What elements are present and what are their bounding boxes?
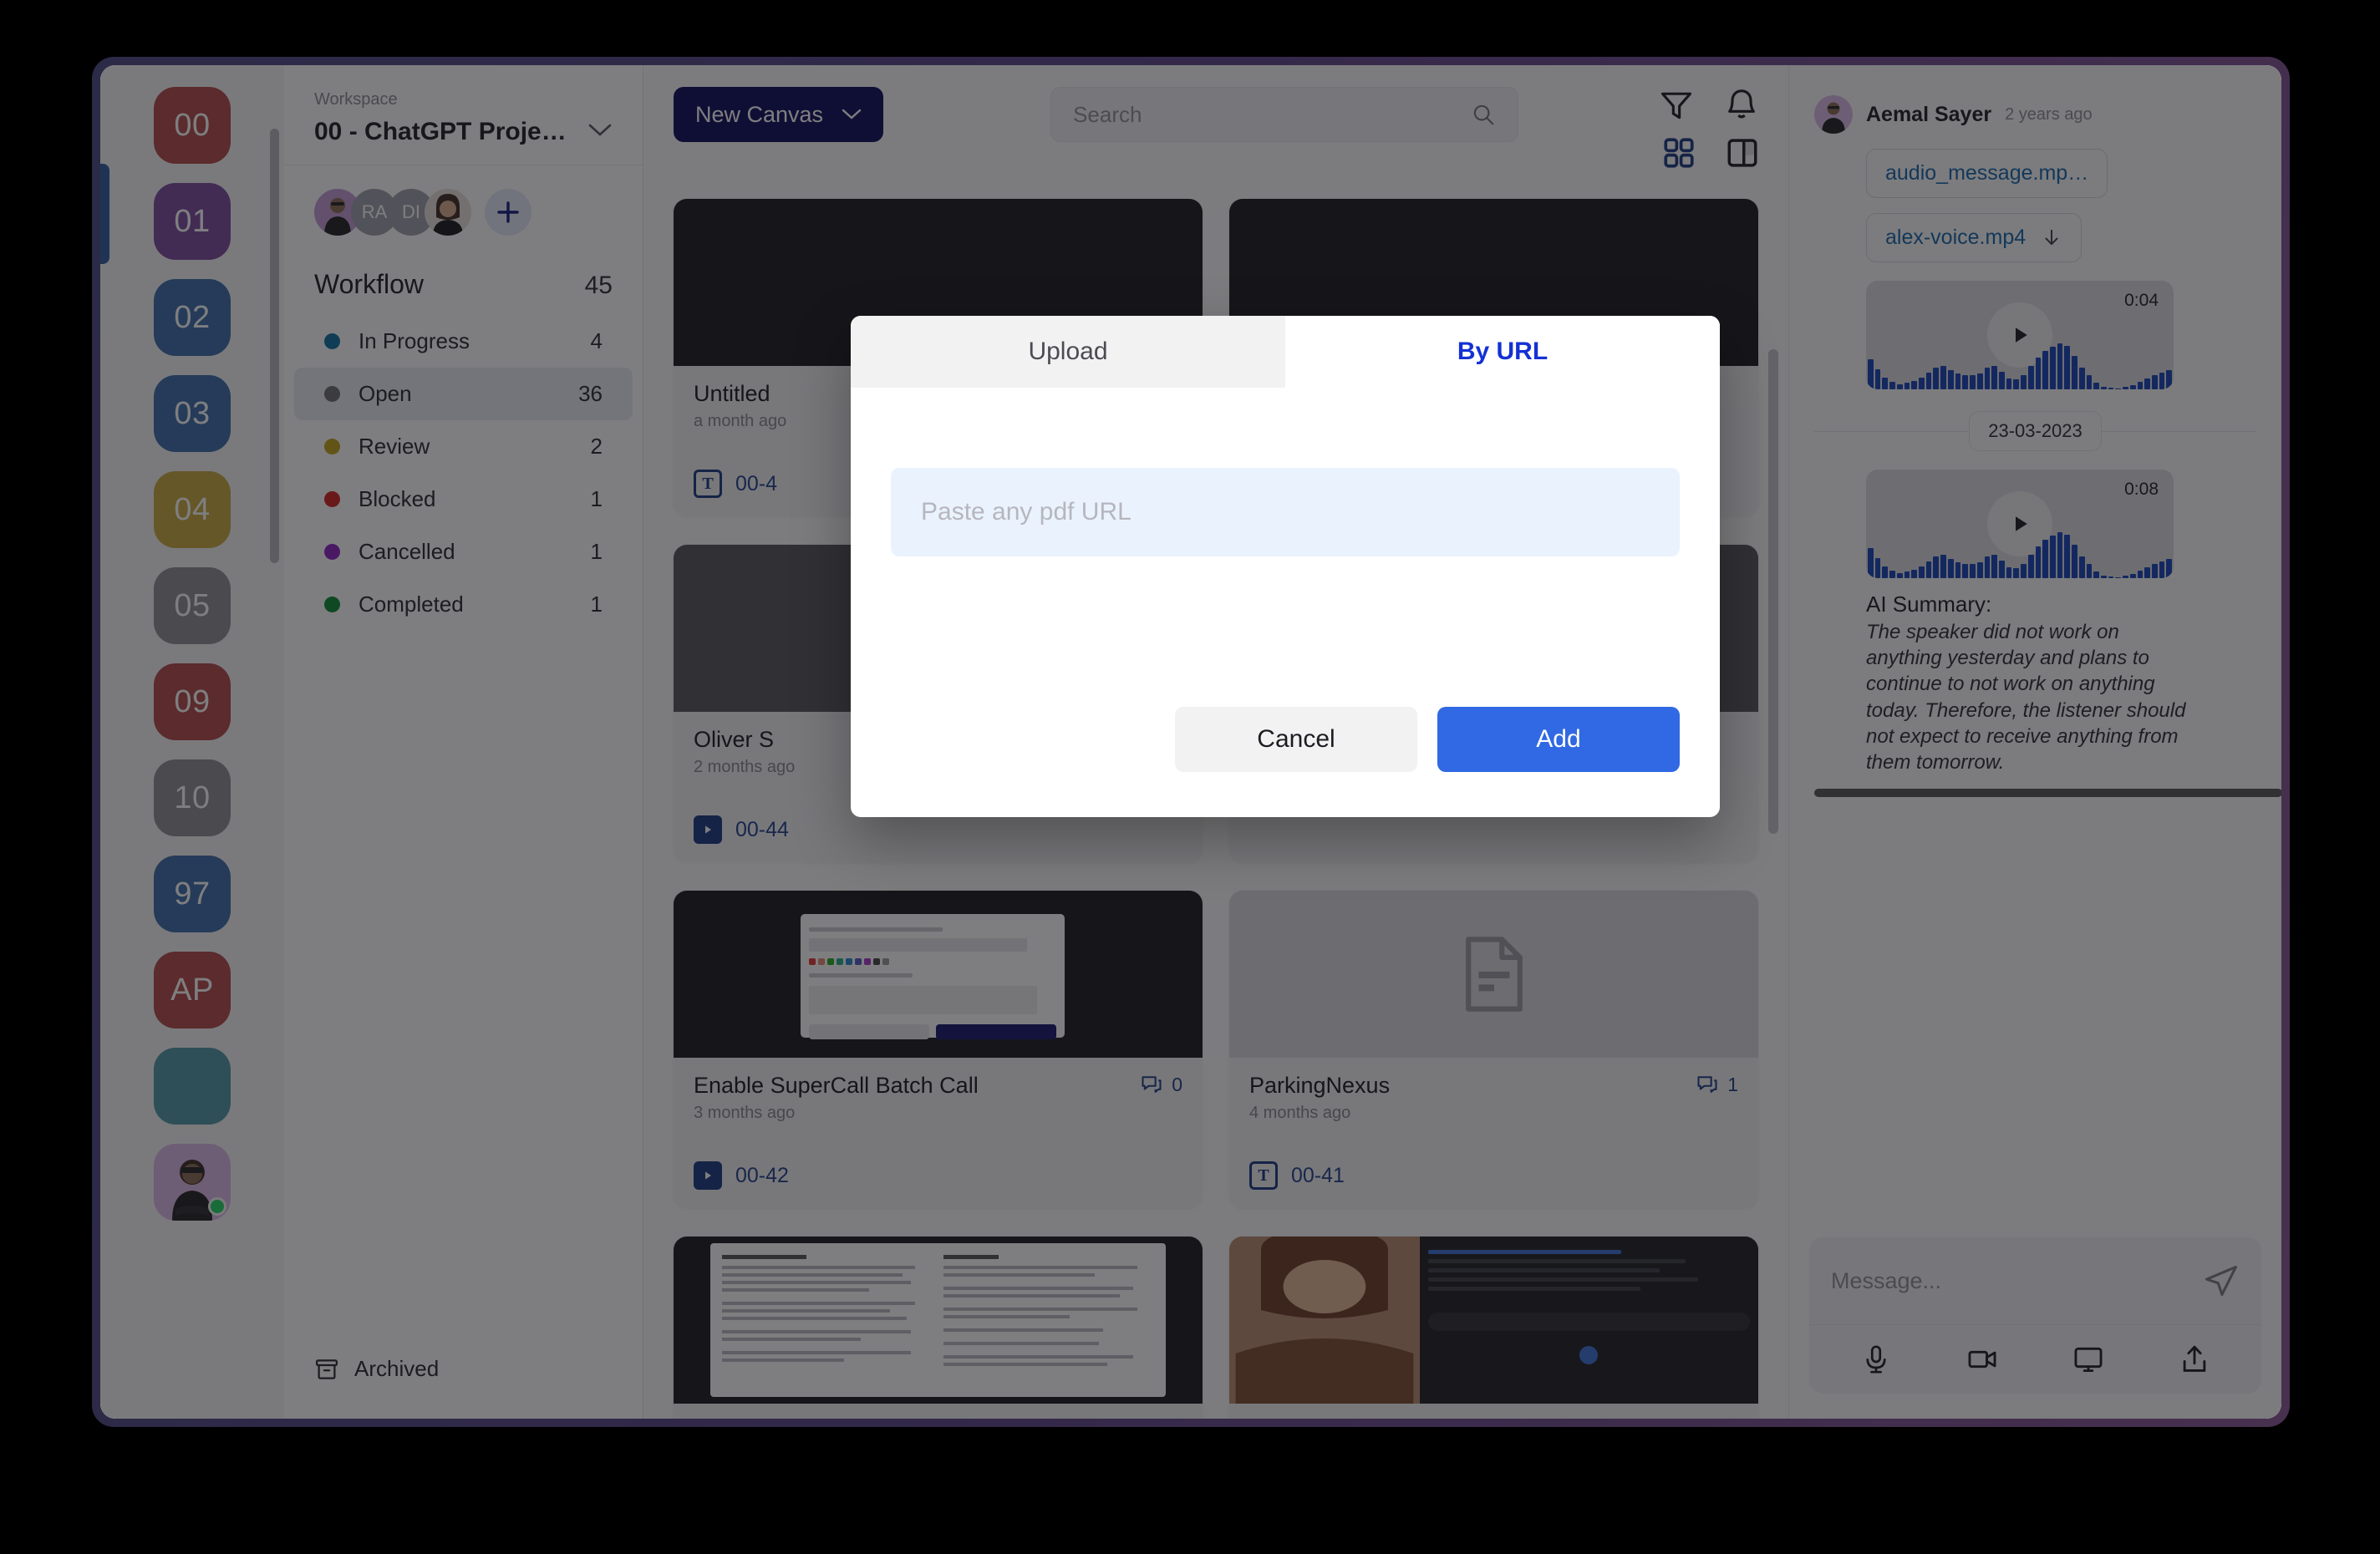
url-input[interactable] xyxy=(921,498,1650,526)
modal-body: Cancel Add xyxy=(851,388,1720,817)
modal-tab-bar: Upload By URL xyxy=(851,316,1720,388)
modal-action-buttons: Cancel Add xyxy=(1175,707,1680,772)
url-input-wrapper[interactable] xyxy=(891,468,1680,556)
add-button[interactable]: Add xyxy=(1437,707,1680,772)
add-pdf-modal: Upload By URL Cancel Add xyxy=(851,316,1720,817)
app-window: 00 01 02 03 04 05 09 10 97 AP xyxy=(92,57,2290,1427)
tab-by-url[interactable]: By URL xyxy=(1285,316,1720,388)
tab-upload[interactable]: Upload xyxy=(851,316,1285,388)
app-surface: 00 01 02 03 04 05 09 10 97 AP xyxy=(100,65,2281,1419)
cancel-button[interactable]: Cancel xyxy=(1175,707,1417,772)
